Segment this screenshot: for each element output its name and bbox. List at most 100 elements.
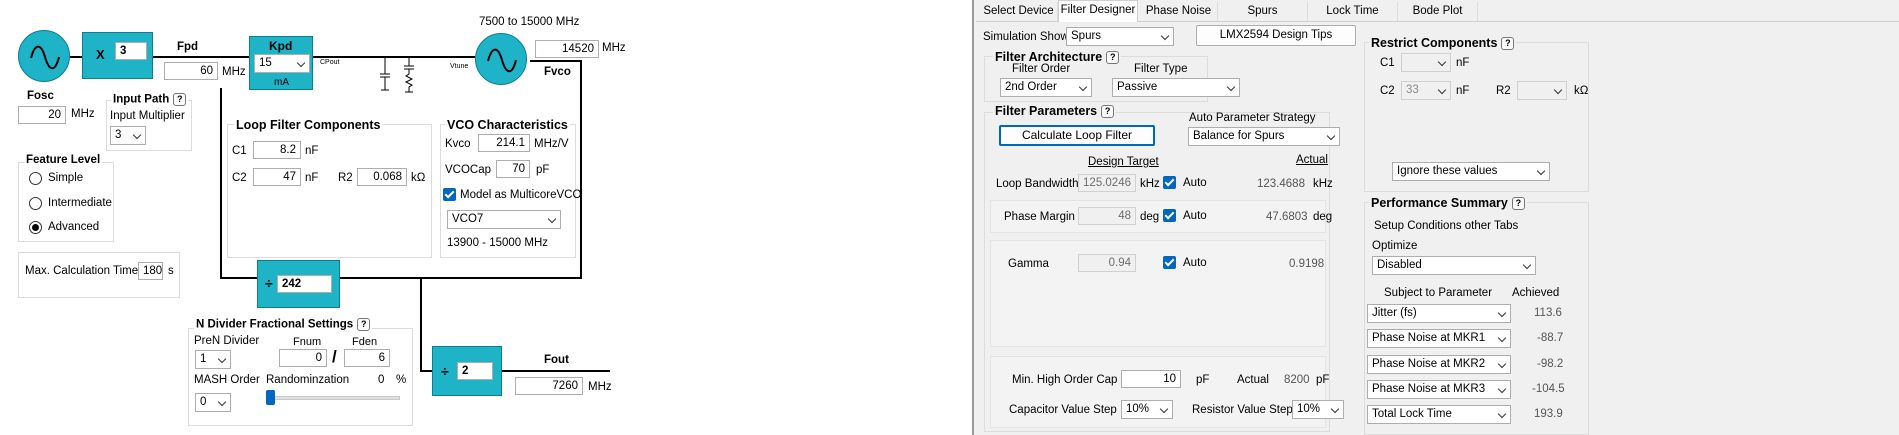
resistor-step-select[interactable]: 10% xyxy=(1292,400,1344,419)
help-icon[interactable]: ? xyxy=(1106,51,1120,65)
calculate-loop-filter-button[interactable]: Calculate Loop Filter xyxy=(999,125,1155,146)
gamma-target[interactable]: 0.94 xyxy=(1078,254,1136,272)
phase-margin-auto-checkbox[interactable] xyxy=(1163,209,1176,222)
chevron-down-icon xyxy=(217,397,227,407)
restrict-mode-select[interactable]: Ignore these values xyxy=(1392,162,1550,181)
vcocap-unit: pF xyxy=(536,164,550,176)
input-multiplier-label: Input Multiplier xyxy=(110,110,185,122)
chevron-down-icon xyxy=(1437,85,1447,95)
multicore-vco-checkbox[interactable] xyxy=(443,188,456,201)
filter-type-select[interactable]: Passive xyxy=(1112,78,1240,97)
wire xyxy=(340,277,582,279)
simulation-shown-value: Spurs xyxy=(1071,30,1102,42)
loop-bandwidth-target[interactable]: 125.0246 xyxy=(1078,174,1136,192)
vco-core-select[interactable]: VCO7 xyxy=(447,210,561,229)
simulation-shown-label: Simulation Shown xyxy=(983,31,1076,43)
n-divider-block: ÷ 242 xyxy=(257,260,340,308)
kvco-value: 214.1 xyxy=(478,134,530,152)
c2-input[interactable]: 47 xyxy=(253,168,301,186)
restrict-c2-select[interactable]: 33 xyxy=(1401,81,1451,100)
performance-summary-title: Performance Summary? xyxy=(1369,196,1527,211)
c1-label: C1 xyxy=(232,145,247,157)
help-icon[interactable]: ? xyxy=(1501,37,1515,51)
radio-advanced[interactable] xyxy=(29,221,42,234)
fnum-label: Fnum xyxy=(293,336,322,348)
tab-filter-designer[interactable]: Filter Designer xyxy=(1058,0,1138,22)
perf-param-value: Phase Noise at MKR3 xyxy=(1372,383,1486,395)
mash-select-value: 0 xyxy=(200,396,207,408)
design-tips-button[interactable]: LMX2594 Design Tips xyxy=(1196,25,1356,46)
filter-type-label: Filter Type xyxy=(1134,63,1188,75)
perf-param-select-1[interactable]: Jitter (fs) xyxy=(1367,304,1511,323)
gamma-auto-checkbox[interactable] xyxy=(1163,256,1176,269)
input-multiplier-select[interactable]: 3 xyxy=(110,126,146,145)
chevron-down-icon xyxy=(1497,409,1507,419)
perf-param-select-3[interactable]: Phase Noise at MKR2 xyxy=(1367,355,1511,374)
fden-input[interactable]: 6 xyxy=(344,349,390,367)
fout-value: 7260 xyxy=(515,377,583,395)
filter-order-select[interactable]: 2nd Order xyxy=(1000,78,1092,97)
fnum-input[interactable]: 0 xyxy=(279,349,327,367)
filter-parameters-title: Filter Parameters? xyxy=(993,104,1117,119)
tab-bode-plot[interactable]: Bode Plot xyxy=(1398,2,1478,21)
help-icon[interactable]: ? xyxy=(1511,197,1525,211)
input-path-title-text: Input Path xyxy=(113,93,170,106)
max-calc-input[interactable]: 180 xyxy=(138,262,163,280)
randomization-slider-thumb[interactable] xyxy=(266,390,275,405)
gamma-actual: 0.9198 xyxy=(1289,258,1325,270)
min-high-order-cap-input[interactable]: 10 xyxy=(1121,370,1181,388)
vco-frequency-value: 14520 xyxy=(535,40,599,58)
phase-margin-target[interactable]: 48 xyxy=(1078,207,1136,225)
radio-intermediate-label: Intermediate xyxy=(48,197,112,209)
wire xyxy=(70,56,82,58)
radio-intermediate[interactable] xyxy=(29,197,42,210)
tab-spurs[interactable]: Spurs xyxy=(1218,2,1308,21)
filter-parameters-title-text: Filter Parameters xyxy=(995,104,1098,118)
chevron-down-icon xyxy=(1330,404,1340,414)
fosc-input[interactable]: 20 xyxy=(18,106,66,124)
r2-input[interactable]: 0.068 xyxy=(357,168,407,186)
vcocap-value: 70 xyxy=(496,160,530,178)
tab-phase-noise[interactable]: Phase Noise xyxy=(1140,2,1218,21)
output-divider-input[interactable]: 2 xyxy=(457,362,493,380)
mash-select[interactable]: 0 xyxy=(195,393,231,412)
restrict-r2-select[interactable] xyxy=(1517,81,1567,100)
kpd-label: Kpd xyxy=(269,39,293,53)
restrict-c2-unit: nF xyxy=(1456,85,1470,97)
auto-strategy-value: Balance for Spurs xyxy=(1193,130,1285,142)
capacitor-step-select[interactable]: 10% xyxy=(1121,400,1173,419)
loop-bandwidth-auto-checkbox[interactable] xyxy=(1163,176,1176,189)
multiplier-input[interactable]: 3 xyxy=(115,42,147,60)
perf-param-select-2[interactable]: Phase Noise at MKR1 xyxy=(1367,329,1511,348)
pll-diagram-panel: Fosc 20 MHz X 3 Fpd 60 MHz Kpd 15 mA CPo… xyxy=(0,0,974,435)
kpd-select[interactable]: 15 xyxy=(254,54,310,73)
c1-input[interactable]: 8.2 xyxy=(253,141,301,159)
radio-simple[interactable] xyxy=(29,172,42,185)
mash-label: MASH Order xyxy=(194,374,260,386)
perf-param-select-4[interactable]: Phase Noise at MKR3 xyxy=(1367,380,1511,399)
perf-achieved-value: 193.9 xyxy=(1534,408,1563,420)
restrict-c1-select[interactable] xyxy=(1401,53,1451,72)
simulation-shown-select[interactable]: Spurs xyxy=(1066,27,1174,46)
auto-strategy-select[interactable]: Balance for Spurs xyxy=(1188,127,1340,146)
tab-select-device[interactable]: Select Device xyxy=(980,2,1058,21)
design-target-header: Design Target xyxy=(1088,156,1159,168)
restrict-r2-label: R2 xyxy=(1496,85,1511,97)
help-icon[interactable]: ? xyxy=(357,318,371,331)
help-icon[interactable]: ? xyxy=(173,93,187,106)
multiply-icon: X xyxy=(96,47,105,62)
restrict-components-title: Restrict Components? xyxy=(1369,36,1517,51)
fpd-label: Fpd xyxy=(177,41,199,53)
tab-lock-time[interactable]: Lock Time xyxy=(1308,2,1398,21)
perf-param-select-5[interactable]: Total Lock Time xyxy=(1367,405,1511,424)
help-icon[interactable]: ? xyxy=(1101,105,1115,119)
n-divider-input[interactable]: 242 xyxy=(277,275,332,293)
restrict-c1-label: C1 xyxy=(1380,57,1395,69)
charge-pump-block: Kpd 15 mA xyxy=(249,36,313,90)
randomization-slider-track[interactable] xyxy=(268,396,400,400)
resistor-step-value: 10% xyxy=(1297,403,1321,415)
pren-select[interactable]: 1 xyxy=(195,350,231,369)
optimize-select[interactable]: Disabled xyxy=(1372,256,1536,275)
optimize-value: Disabled xyxy=(1377,259,1422,271)
kvco-unit: MHz/V xyxy=(534,138,569,150)
